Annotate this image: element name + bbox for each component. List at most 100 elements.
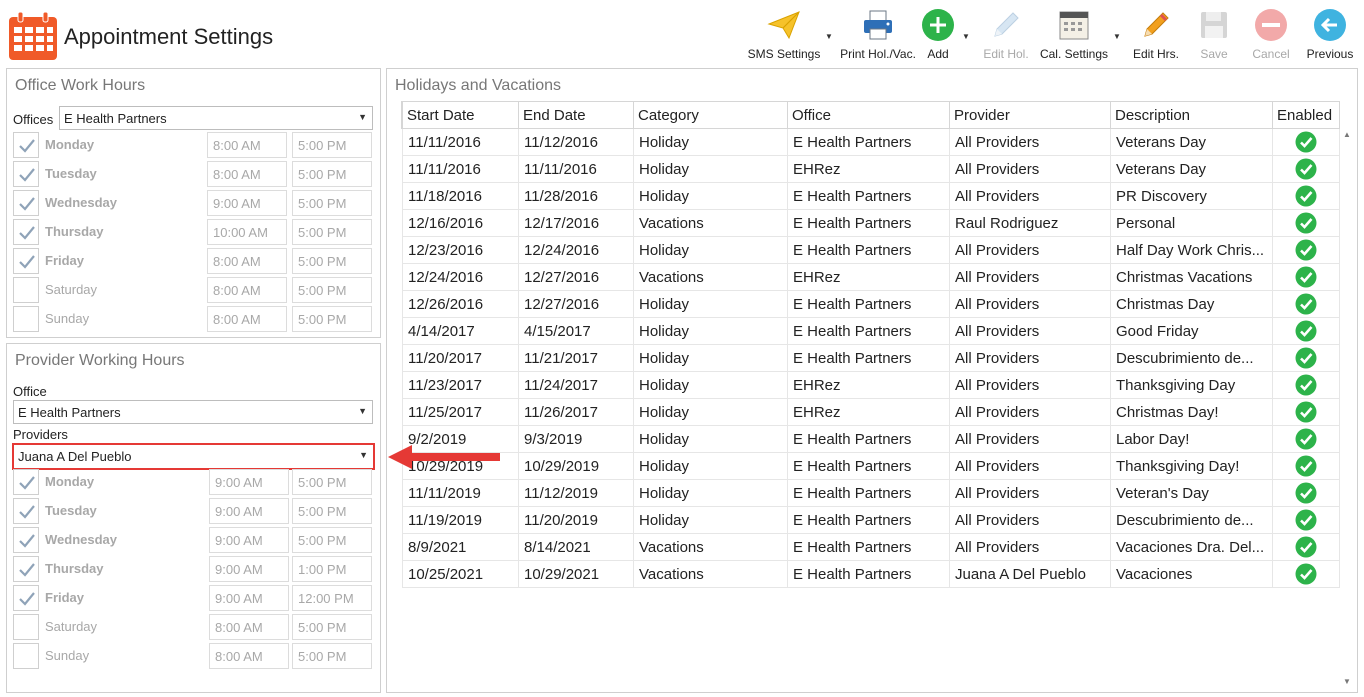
enabled-cell[interactable] — [1272, 209, 1340, 237]
start-time-input[interactable]: 9:00 AM — [209, 469, 289, 495]
end-time-input[interactable]: 5:00 PM — [292, 248, 372, 274]
day-checkbox-wednesday[interactable] — [13, 527, 39, 553]
column-header-category[interactable]: Category — [633, 101, 788, 129]
start-time-input[interactable]: 10:00 AM — [207, 219, 287, 245]
column-header-provider[interactable]: Provider — [949, 101, 1111, 129]
start-time-input[interactable]: 9:00 AM — [209, 556, 289, 582]
enabled-cell[interactable] — [1272, 155, 1340, 183]
table-row[interactable]: 12/23/2016 12/24/2016 Holiday E Health Part… — [401, 236, 1340, 264]
enabled-cell[interactable] — [1272, 236, 1340, 264]
enabled-cell[interactable] — [1272, 479, 1340, 507]
table-row[interactable]: 11/25/2017 11/26/2017 Holiday EHRez All Prov… — [401, 398, 1340, 426]
end-time-input[interactable]: 12:00 PM — [292, 585, 372, 611]
end-time-input[interactable]: 5:00 PM — [292, 132, 372, 158]
start-time-input[interactable]: 8:00 AM — [207, 248, 287, 274]
end-time-input[interactable]: 5:00 PM — [292, 643, 372, 669]
office-select[interactable]: E Health Partners ▼ — [59, 106, 373, 130]
scroll-up-icon[interactable]: ▲ — [1339, 128, 1355, 142]
end-time-input[interactable]: 5:00 PM — [292, 219, 372, 245]
enabled-cell[interactable] — [1272, 398, 1340, 426]
start-time-input[interactable]: 8:00 AM — [209, 614, 289, 640]
end-time-input[interactable]: 5:00 PM — [292, 161, 372, 187]
table-row[interactable]: 11/11/2019 11/12/2019 Holiday E Health Part… — [401, 479, 1340, 507]
enabled-cell[interactable] — [1272, 425, 1340, 453]
table-row[interactable]: 11/11/2016 11/11/2016 Holiday EHRez All Prov… — [401, 155, 1340, 183]
table-row[interactable]: 11/23/2017 11/24/2017 Holiday EHRez All Prov… — [401, 371, 1340, 399]
enabled-cell[interactable] — [1272, 317, 1340, 345]
end-time-input[interactable]: 5:00 PM — [292, 469, 372, 495]
enabled-cell[interactable] — [1272, 182, 1340, 210]
provider-select[interactable]: Juana A Del Pueblo ▼ — [12, 443, 375, 470]
table-row[interactable]: 12/16/2016 12/17/2016 Vacations E Health Pa… — [401, 209, 1340, 237]
enabled-cell[interactable] — [1272, 263, 1340, 291]
column-header-description[interactable]: Description — [1110, 101, 1273, 129]
enabled-cell[interactable] — [1272, 452, 1340, 480]
start-time-input[interactable]: 8:00 AM — [207, 277, 287, 303]
previous-button[interactable]: Previous — [1304, 6, 1356, 64]
day-checkbox-wednesday[interactable] — [13, 190, 39, 216]
vertical-scrollbar[interactable]: ▲ ▼ — [1339, 128, 1355, 689]
table-row[interactable]: 10/25/2021 10/29/2021 Vacations E Health Pa… — [401, 560, 1340, 588]
day-checkbox-saturday[interactable] — [13, 614, 39, 640]
edit-hours-button[interactable]: Edit Hrs. — [1130, 6, 1182, 64]
add-button[interactable]: Add — [918, 6, 958, 64]
enabled-cell[interactable] — [1272, 344, 1340, 372]
start-time-input[interactable]: 9:00 AM — [209, 585, 289, 611]
start-time-input[interactable]: 8:00 AM — [207, 306, 287, 332]
enabled-cell[interactable] — [1272, 533, 1340, 561]
enabled-cell[interactable] — [1272, 371, 1340, 399]
day-checkbox-saturday[interactable] — [13, 277, 39, 303]
sms-settings-dropdown-icon[interactable]: ▼ — [825, 32, 833, 41]
start-time-input[interactable]: 8:00 AM — [207, 161, 287, 187]
start-time-input[interactable]: 8:00 AM — [209, 643, 289, 669]
day-checkbox-friday[interactable] — [13, 248, 39, 274]
end-time-input[interactable]: 5:00 PM — [292, 277, 372, 303]
edit-holiday-button[interactable]: Edit Hol. — [980, 6, 1032, 64]
table-row[interactable]: 11/19/2019 11/20/2019 Holiday E Health Part… — [401, 506, 1340, 534]
start-time-input[interactable]: 9:00 AM — [209, 527, 289, 553]
end-time-input[interactable]: 5:00 PM — [292, 498, 372, 524]
column-header-end-date[interactable]: End Date — [518, 101, 634, 129]
table-row[interactable]: 11/11/2016 11/12/2016 Holiday E Health Part… — [401, 128, 1340, 156]
start-time-input[interactable]: 9:00 AM — [207, 190, 287, 216]
day-checkbox-sunday[interactable] — [13, 306, 39, 332]
end-time-input[interactable]: 5:00 PM — [292, 614, 372, 640]
day-checkbox-friday[interactable] — [13, 585, 39, 611]
day-checkbox-monday[interactable] — [13, 469, 39, 495]
table-row[interactable]: 11/20/2017 11/21/2017 Holiday E Health Part… — [401, 344, 1340, 372]
save-button[interactable]: Save — [1193, 6, 1235, 64]
day-checkbox-sunday[interactable] — [13, 643, 39, 669]
end-time-input[interactable]: 5:00 PM — [292, 190, 372, 216]
table-row[interactable]: 11/18/2016 11/28/2016 Holiday E Health Part… — [401, 182, 1340, 210]
enabled-cell[interactable] — [1272, 290, 1340, 318]
end-time-input[interactable]: 5:00 PM — [292, 306, 372, 332]
sms-settings-button[interactable]: SMS Settings — [744, 6, 824, 64]
table-row[interactable]: 9/2/2019 9/3/2019 Holiday E Health Partners… — [401, 425, 1340, 453]
calendar-settings-dropdown-icon[interactable]: ▼ — [1113, 32, 1121, 41]
start-time-input[interactable]: 8:00 AM — [207, 132, 287, 158]
enabled-cell[interactable] — [1272, 560, 1340, 588]
column-header-start-date[interactable]: Start Date — [402, 101, 519, 129]
day-checkbox-tuesday[interactable] — [13, 161, 39, 187]
column-header-enabled[interactable]: Enabled — [1272, 101, 1340, 129]
day-checkbox-tuesday[interactable] — [13, 498, 39, 524]
day-checkbox-thursday[interactable] — [13, 556, 39, 582]
day-checkbox-thursday[interactable] — [13, 219, 39, 245]
scroll-down-icon[interactable]: ▼ — [1339, 675, 1355, 689]
cancel-button[interactable]: Cancel — [1248, 6, 1294, 64]
table-row[interactable]: 12/26/2016 12/27/2016 Holiday E Health Part… — [401, 290, 1340, 318]
add-dropdown-icon[interactable]: ▼ — [962, 32, 970, 41]
enabled-cell[interactable] — [1272, 128, 1340, 156]
end-time-input[interactable]: 1:00 PM — [292, 556, 372, 582]
day-checkbox-monday[interactable] — [13, 132, 39, 158]
column-header-office[interactable]: Office — [787, 101, 950, 129]
table-row[interactable]: 10/29/2019 10/29/2019 Holiday E Health Part… — [401, 452, 1340, 480]
provider-office-select[interactable]: E Health Partners ▼ — [13, 400, 373, 424]
enabled-cell[interactable] — [1272, 506, 1340, 534]
table-row[interactable]: 4/14/2017 4/15/2017 Holiday E Health Partne… — [401, 317, 1340, 345]
table-row[interactable]: 12/24/2016 12/27/2016 Vacations EHRez All Pr… — [401, 263, 1340, 291]
print-holidays-button[interactable]: Print Hol./Vac. — [837, 6, 919, 64]
calendar-settings-button[interactable]: Cal. Settings — [1036, 6, 1112, 64]
start-time-input[interactable]: 9:00 AM — [209, 498, 289, 524]
table-row[interactable]: 8/9/2021 8/14/2021 Vacations E Health Partn… — [401, 533, 1340, 561]
